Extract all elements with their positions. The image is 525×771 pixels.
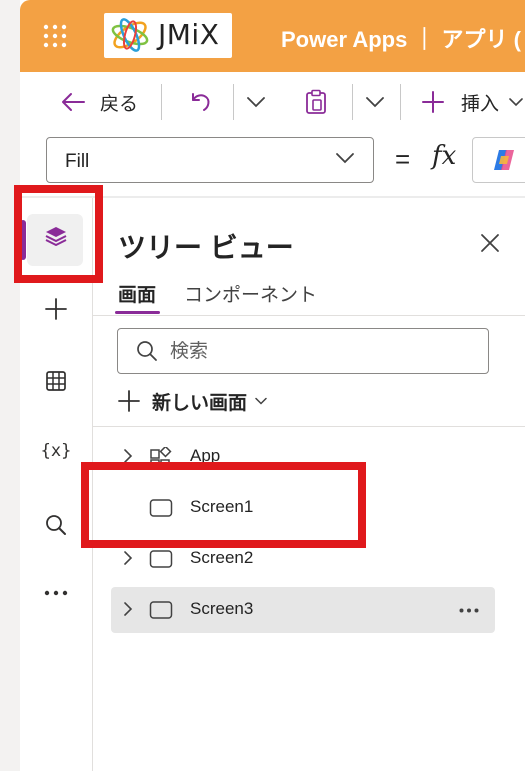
chevron-down-icon [247, 97, 265, 108]
chevron-down-icon [509, 98, 523, 107]
search-icon [137, 341, 157, 361]
command-bar: 戻る 挿入 [20, 72, 525, 132]
new-screen-label: 新しい画面 [152, 392, 248, 414]
node-label: Screen2 [190, 548, 254, 567]
app-launcher-waffle-icon[interactable] [43, 24, 67, 48]
chevron-right-icon[interactable] [123, 550, 133, 566]
tree-node-screen3[interactable]: Screen3 [111, 587, 495, 633]
paste-button[interactable] [305, 72, 327, 132]
new-screen-button[interactable]: 新しい画面 [118, 384, 267, 418]
search-icon [46, 515, 66, 535]
highlight-box-tree-view-button [14, 185, 103, 283]
screen-icon [149, 550, 173, 568]
copilot-button[interactable] [472, 137, 525, 183]
insert-label: 挿入 [461, 93, 500, 115]
product-title: Power Apps ｜ アプリ ( [281, 27, 521, 52]
paste-dropdown-button[interactable] [365, 72, 385, 132]
logo-text: JMiX [158, 18, 220, 51]
command-divider [161, 84, 162, 120]
more-icon [44, 590, 68, 596]
app-header: JMiX Power Apps ｜ アプリ ( [20, 0, 525, 72]
chevron-right-icon[interactable] [123, 601, 133, 617]
property-value: Fill [65, 151, 90, 172]
undo-icon [192, 93, 210, 111]
undo-dropdown-button[interactable] [246, 72, 266, 132]
fx-icon: fx [432, 141, 457, 171]
insert-button[interactable]: 挿入 [422, 72, 523, 132]
screen-icon [149, 601, 173, 619]
plus-icon [118, 390, 140, 412]
plus-icon [422, 91, 444, 113]
back-button[interactable]: 戻る [60, 72, 138, 132]
power-apps-studio: JMiX Power Apps ｜ アプリ ( 戻る 挿入 Fill = fx … [20, 0, 525, 771]
variables-icon: {x} [40, 441, 72, 461]
company-logo: JMiX [104, 13, 232, 58]
back-arrow-icon [62, 93, 85, 111]
rail-data-button[interactable] [20, 353, 92, 409]
data-table-icon [46, 371, 66, 391]
command-divider [352, 84, 353, 120]
chevron-down-icon [336, 153, 354, 164]
equals-sign: = [395, 144, 411, 174]
more-options-icon[interactable] [459, 608, 479, 613]
clipboard-icon [306, 89, 326, 114]
panel-title: ツリー ビュー [118, 232, 294, 263]
tab-divider [93, 315, 525, 316]
undo-button[interactable] [188, 72, 212, 132]
tab-components[interactable]: コンポーネント [184, 280, 317, 307]
active-tab-indicator [115, 311, 160, 314]
back-label: 戻る [100, 93, 139, 115]
chevron-down-icon [366, 97, 384, 108]
node-label: Screen3 [190, 599, 254, 618]
rail-insert-button[interactable] [20, 281, 92, 337]
search-input[interactable] [168, 339, 472, 365]
tab-screens[interactable]: 画面 [118, 280, 156, 307]
command-divider [400, 84, 401, 120]
property-dropdown[interactable]: Fill [46, 137, 374, 183]
list-divider [93, 426, 525, 427]
highlight-box-screen1 [81, 462, 366, 548]
chevron-down-icon [255, 397, 267, 405]
logo-swirl-icon [111, 18, 149, 52]
insert-plus-icon [45, 298, 67, 320]
copilot-icon [494, 150, 514, 170]
tree-search-box [117, 328, 489, 374]
rail-more-button[interactable] [20, 565, 92, 621]
close-icon[interactable] [478, 231, 502, 255]
command-divider [233, 84, 234, 120]
